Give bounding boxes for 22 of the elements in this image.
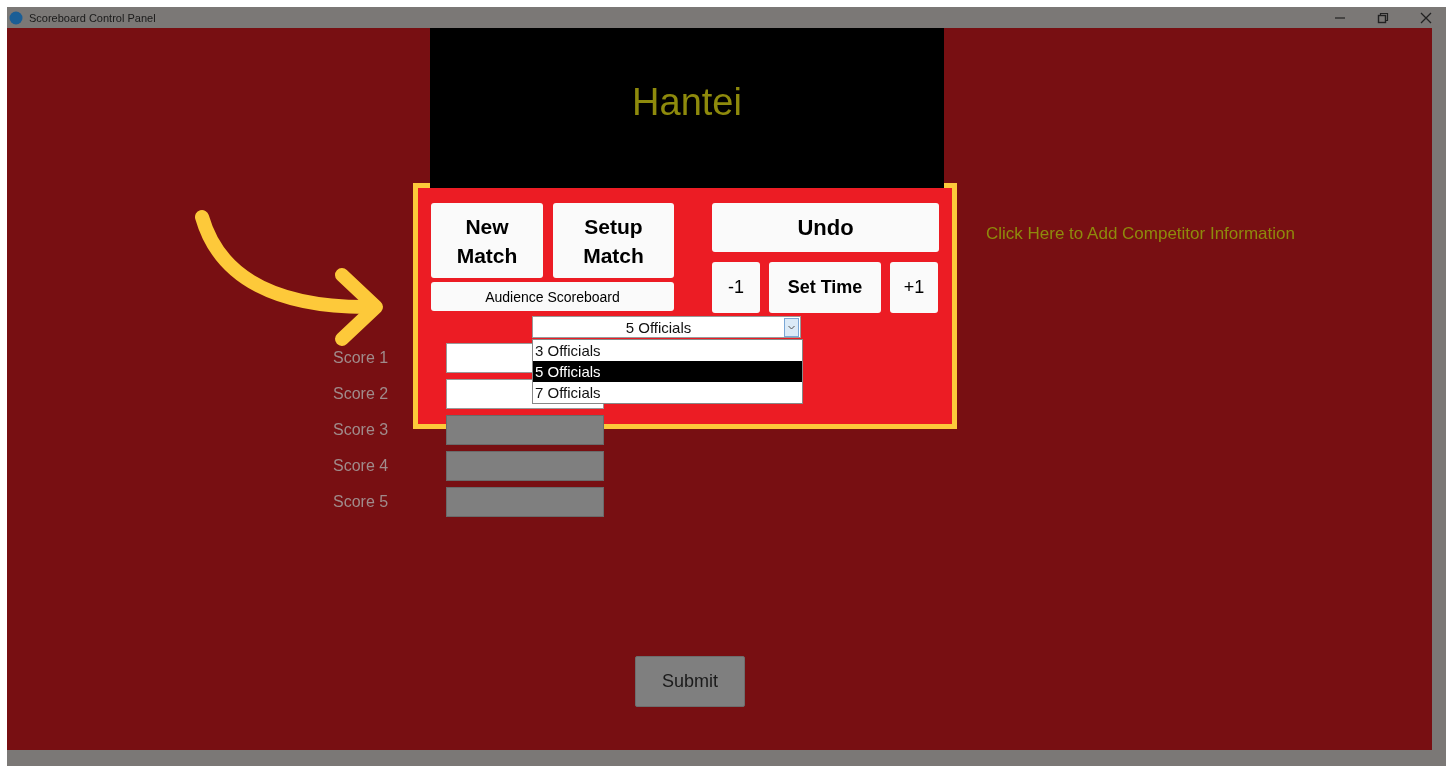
restore-icon[interactable] — [1377, 11, 1389, 24]
caret-icon — [784, 317, 799, 337]
score-label: Score 2 — [333, 385, 390, 403]
score-label: Score 1 — [333, 349, 390, 367]
plus-one-button[interactable]: +1 — [890, 262, 938, 313]
undo-button[interactable]: Undo — [712, 203, 939, 252]
score-label: Score 5 — [333, 493, 390, 511]
score-label: Score 3 — [333, 421, 390, 439]
window-title: Scoreboard Control Panel — [29, 11, 156, 24]
setup-match-button[interactable]: Setup Match — [553, 203, 674, 278]
dropdown-option[interactable]: 5 Officials — [533, 361, 802, 382]
close-icon[interactable] — [1420, 11, 1432, 24]
dropdown-option[interactable]: 7 Officials — [533, 382, 802, 403]
submit-button[interactable]: Submit — [635, 656, 745, 707]
minus-one-button[interactable]: -1 — [712, 262, 760, 313]
new-match-button[interactable]: New Match — [431, 203, 543, 278]
score-label: Score 4 — [333, 457, 390, 475]
audience-scoreboard-button[interactable]: Audience Scoreboard — [431, 282, 674, 311]
set-time-button[interactable]: Set Time — [769, 262, 881, 313]
app-icon — [9, 10, 23, 25]
match-title: Hantei — [632, 80, 742, 124]
dropdown-option[interactable]: 3 Officials — [533, 340, 802, 361]
